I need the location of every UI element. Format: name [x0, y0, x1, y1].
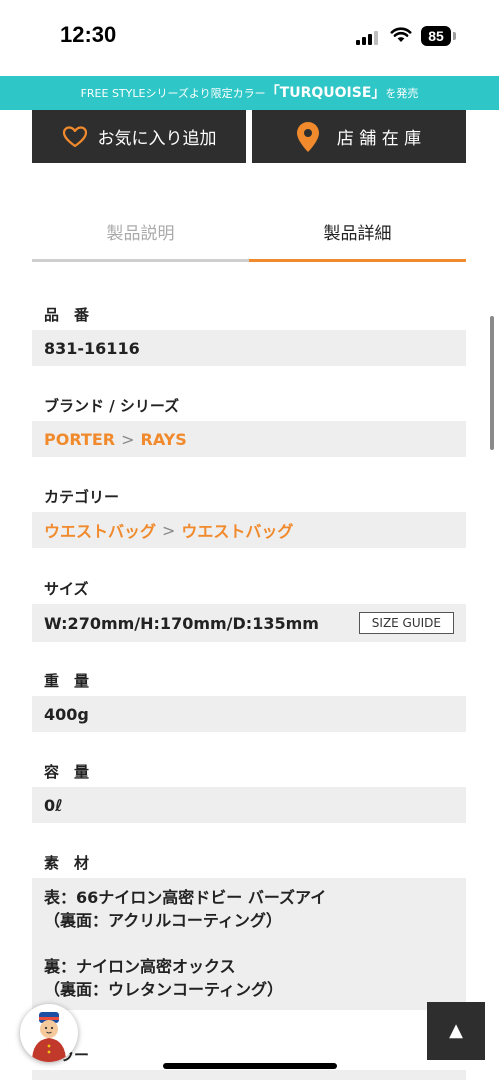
material-line: （裏面：ウレタンコーティング） [44, 980, 284, 999]
spec-label: ブランド / シリーズ [44, 397, 180, 415]
spec-value: 0ℓ [32, 787, 466, 823]
battery-icon: 85 [421, 26, 451, 46]
store-stock-button[interactable]: 店 舗 在 庫 [252, 110, 466, 163]
spec-value [32, 1070, 466, 1080]
spec-value: PORTER > RAYS [32, 421, 466, 457]
product-tabs: 製品説明 製品詳細 [32, 212, 466, 262]
chevron-right-icon: > [162, 520, 176, 540]
tab-product-description[interactable]: 製品説明 [32, 212, 249, 262]
spec-value: W:270mm/H:170mm/D:135mm SIZE GUIDE [32, 604, 466, 642]
spec-value: ウエストバッグ > ウエストバッグ [32, 512, 466, 548]
cellular-signal-icon [356, 30, 378, 45]
home-indicator [163, 1063, 337, 1069]
material-line: 表：66ナイロン高密ドビー バーズアイ [44, 888, 327, 907]
series-link[interactable]: RAYS [141, 430, 187, 449]
size-guide-button[interactable]: SIZE GUIDE [358, 612, 454, 634]
category-parent-link[interactable]: ウエストバッグ [44, 518, 156, 542]
status-time: 12:30 [60, 22, 117, 47]
mascot-icon [32, 1012, 66, 1062]
material-line: 裏：ナイロン高密オックス [44, 957, 236, 976]
spec-label: 容 量 [44, 763, 90, 781]
item-number-value: 831-16116 [44, 338, 140, 358]
action-buttons: お気に入り追加 店 舗 在 庫 [32, 110, 466, 163]
location-pin-icon [296, 121, 319, 152]
mascot-chat-button[interactable] [20, 1004, 78, 1062]
banner-suffix: を発売 [385, 87, 419, 100]
capacity-value: 0ℓ [44, 795, 63, 815]
category-child-link[interactable]: ウエストバッグ [181, 518, 293, 542]
battery-tip [453, 32, 456, 40]
chevron-right-icon: > [121, 429, 135, 449]
spec-label: 重 量 [44, 672, 90, 690]
battery-level: 85 [428, 28, 444, 44]
page-scrollbar[interactable] [490, 316, 494, 450]
heart-icon [62, 125, 87, 147]
brand-link[interactable]: PORTER [44, 430, 115, 449]
wifi-icon [390, 27, 412, 42]
store-stock-label: 店 舗 在 庫 [336, 129, 422, 149]
spec-value: 表：66ナイロン高密ドビー バーズアイ （裏面：アクリルコーティング） 裏：ナイ… [32, 878, 466, 1010]
weight-value: 400g [44, 704, 89, 724]
add-favorite-button[interactable]: お気に入り追加 [32, 110, 246, 163]
spec-label: 素 材 [44, 854, 90, 872]
back-to-top-button[interactable]: ▲ [427, 1002, 485, 1060]
spec-label: カテゴリー [44, 488, 120, 506]
status-bar: 12:30 85 [0, 0, 499, 76]
spec-value: 400g [32, 696, 466, 732]
size-value: W:270mm/H:170mm/D:135mm [44, 613, 319, 633]
spec-value: 831-16116 [32, 330, 466, 366]
spec-label: 品 番 [44, 306, 90, 324]
material-line: （裏面：アクリルコーティング） [44, 911, 282, 930]
tab-product-details[interactable]: 製品詳細 [249, 212, 466, 262]
banner-prefix: FREE STYLEシリーズより限定カラー [80, 87, 266, 100]
spec-label: サイズ [44, 580, 89, 598]
add-favorite-label: お気に入り追加 [97, 129, 217, 149]
banner-highlight: 「TURQUOISE」 [265, 85, 386, 101]
announcement-banner[interactable]: FREE STYLEシリーズより限定カラー「TURQUOISE」を発売 [0, 76, 499, 110]
